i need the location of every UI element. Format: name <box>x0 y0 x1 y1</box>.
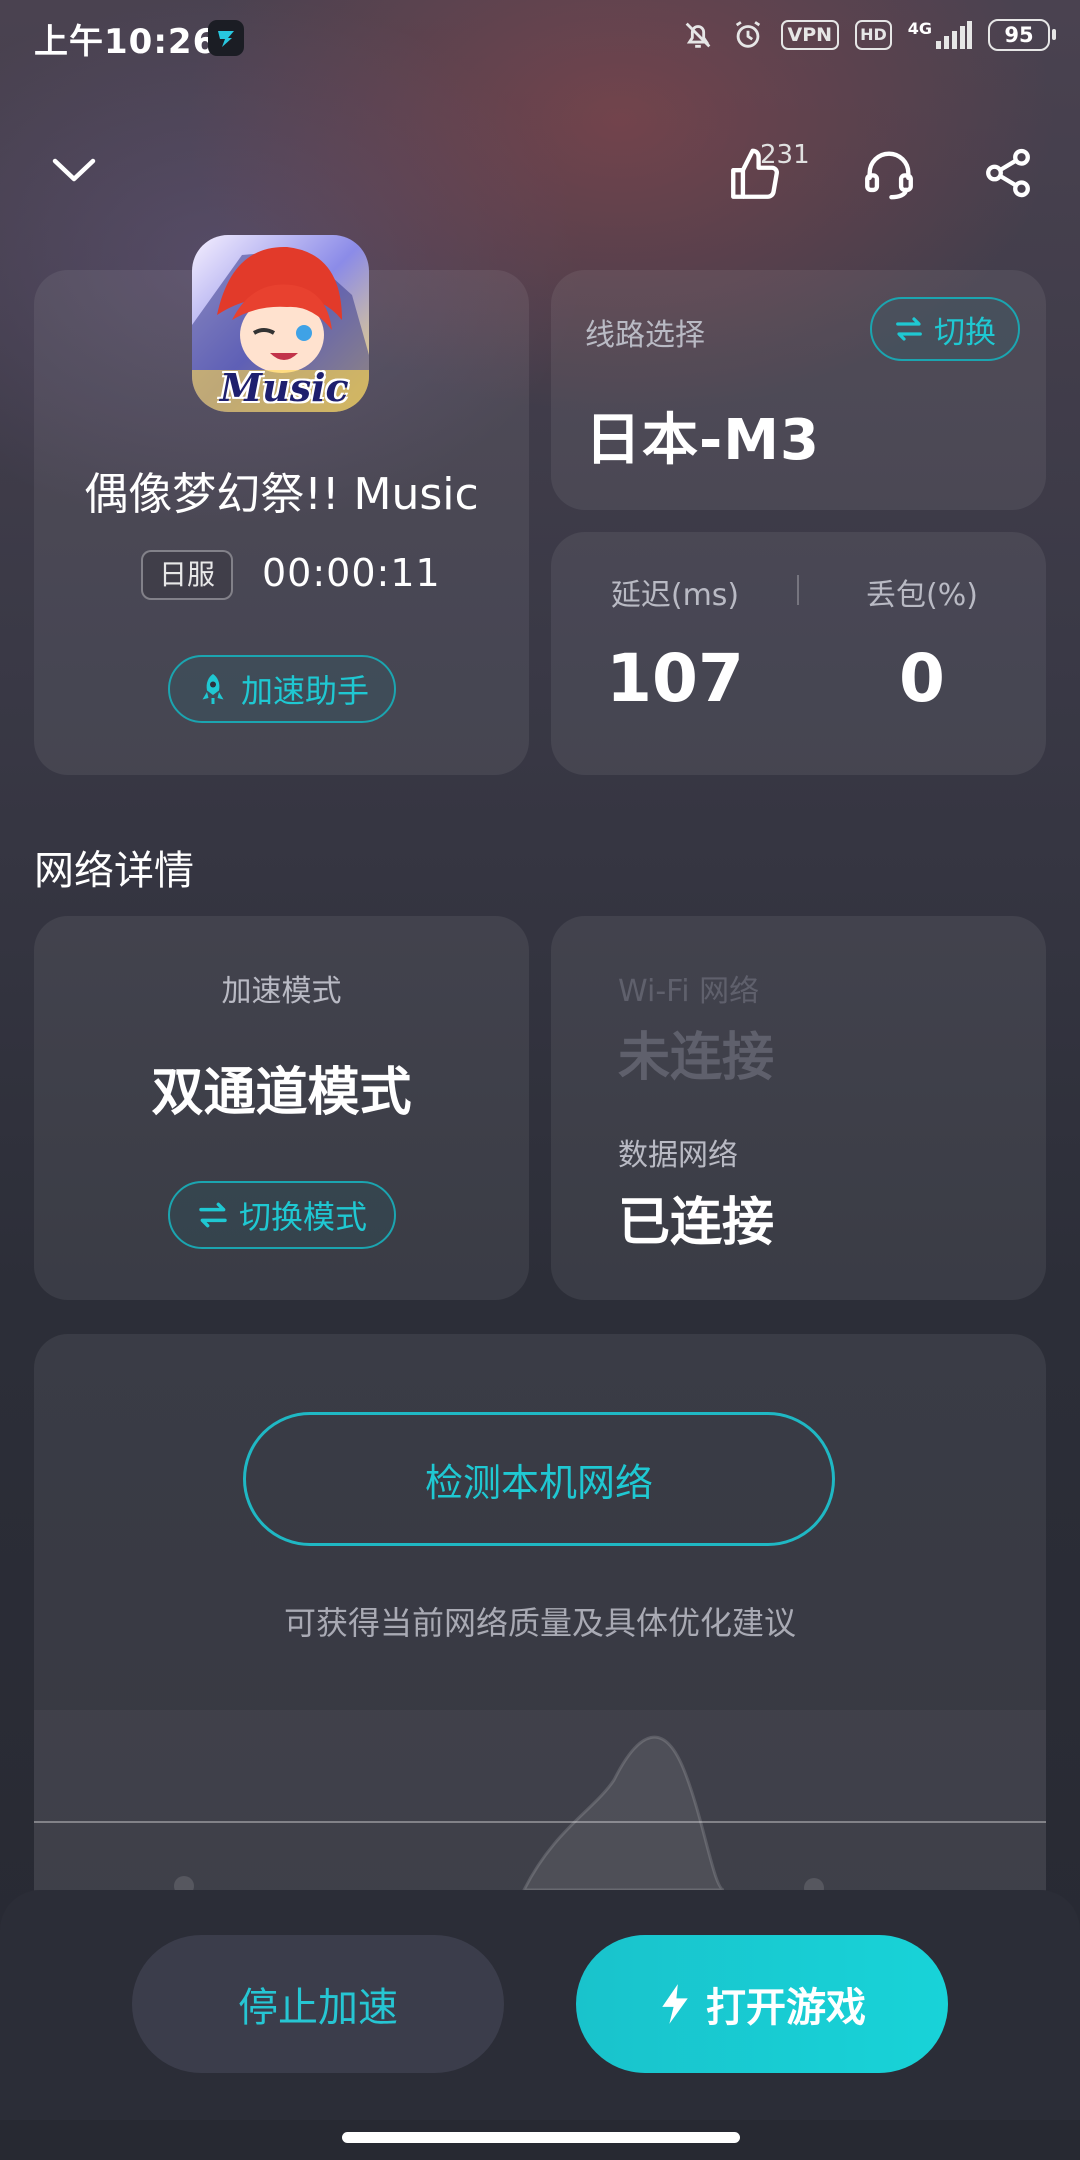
status-icons: VPN HD 4G 95 <box>681 18 1056 52</box>
wifi-label: Wi-Fi 网络 <box>618 974 760 1009</box>
signal-indicator: 4G <box>908 21 972 49</box>
route-label: 线路选择 <box>585 318 705 353</box>
switch-arrows-icon <box>199 1202 227 1228</box>
assistant-button[interactable]: 加速助手 <box>168 655 396 723</box>
server-badge: 日服 <box>141 550 234 600</box>
latency-value: 107 <box>606 640 744 717</box>
check-network-button[interactable]: 检测本机网络 <box>243 1412 835 1546</box>
share-button[interactable] <box>975 140 1041 206</box>
game-icon-text: Music <box>220 365 349 410</box>
open-game-label: 打开游戏 <box>706 1985 866 2031</box>
route-switch-label: 切换 <box>934 314 996 351</box>
vpn-indicator: VPN <box>780 20 840 50</box>
status-time: 上午10:26 <box>34 22 218 62</box>
acceleration-timer: 00:00:11 <box>262 551 441 595</box>
mode-label: 加速模式 <box>221 974 342 1009</box>
stop-acceleration-label: 停止加速 <box>238 1985 398 2031</box>
like-button[interactable]: 231 <box>700 140 810 210</box>
route-value: 日本-M3 <box>585 408 820 473</box>
data-network-label: 数据网络 <box>618 1138 738 1173</box>
loss-label: 丢包(%) <box>866 578 978 613</box>
chevron-down-icon <box>52 158 96 182</box>
mute-bell-icon <box>685 22 710 48</box>
lightning-icon <box>662 1984 688 2024</box>
route-switch-button[interactable]: 切换 <box>870 297 1020 361</box>
data-network-status: 已连接 <box>618 1193 775 1253</box>
section-title-network: 网络详情 <box>34 848 194 894</box>
alarm-icon <box>735 21 760 48</box>
stop-acceleration-button[interactable]: 停止加速 <box>132 1935 504 2073</box>
mode-value: 双通道模式 <box>151 1063 412 1123</box>
check-network-label: 检测本机网络 <box>424 1460 653 1505</box>
collapse-button[interactable] <box>44 145 104 195</box>
switch-mode-button[interactable]: 切换模式 <box>168 1181 396 1249</box>
switch-mode-label: 切换模式 <box>238 1198 367 1236</box>
headset-icon <box>865 151 913 200</box>
signal-icon <box>936 21 972 49</box>
home-indicator[interactable] <box>342 2132 740 2143</box>
loss-value: 0 <box>899 640 945 717</box>
wifi-status: 未连接 <box>618 1028 775 1088</box>
game-icon: Music <box>192 235 369 412</box>
app-notification-icon <box>208 20 244 56</box>
like-count: 231 <box>760 140 810 170</box>
network-graph <box>34 1710 1046 1890</box>
latency-label: 延迟(ms) <box>610 578 740 613</box>
customer-service-button[interactable] <box>856 140 922 206</box>
network-type: 4G <box>907 19 932 38</box>
battery-indicator: 95 <box>988 19 1056 51</box>
assistant-label: 加速助手 <box>240 672 369 710</box>
rocket-icon <box>202 674 224 704</box>
open-game-button[interactable]: 打开游戏 <box>576 1935 948 2073</box>
check-hint: 可获得当前网络质量及具体优化建议 <box>283 1604 796 1642</box>
share-icon <box>986 148 1030 198</box>
hd-indicator: HD <box>855 20 892 50</box>
game-title: 偶像梦幻祭!! Music <box>84 469 479 520</box>
battery-level: 95 <box>1004 23 1034 47</box>
switch-arrows-icon <box>896 317 922 341</box>
